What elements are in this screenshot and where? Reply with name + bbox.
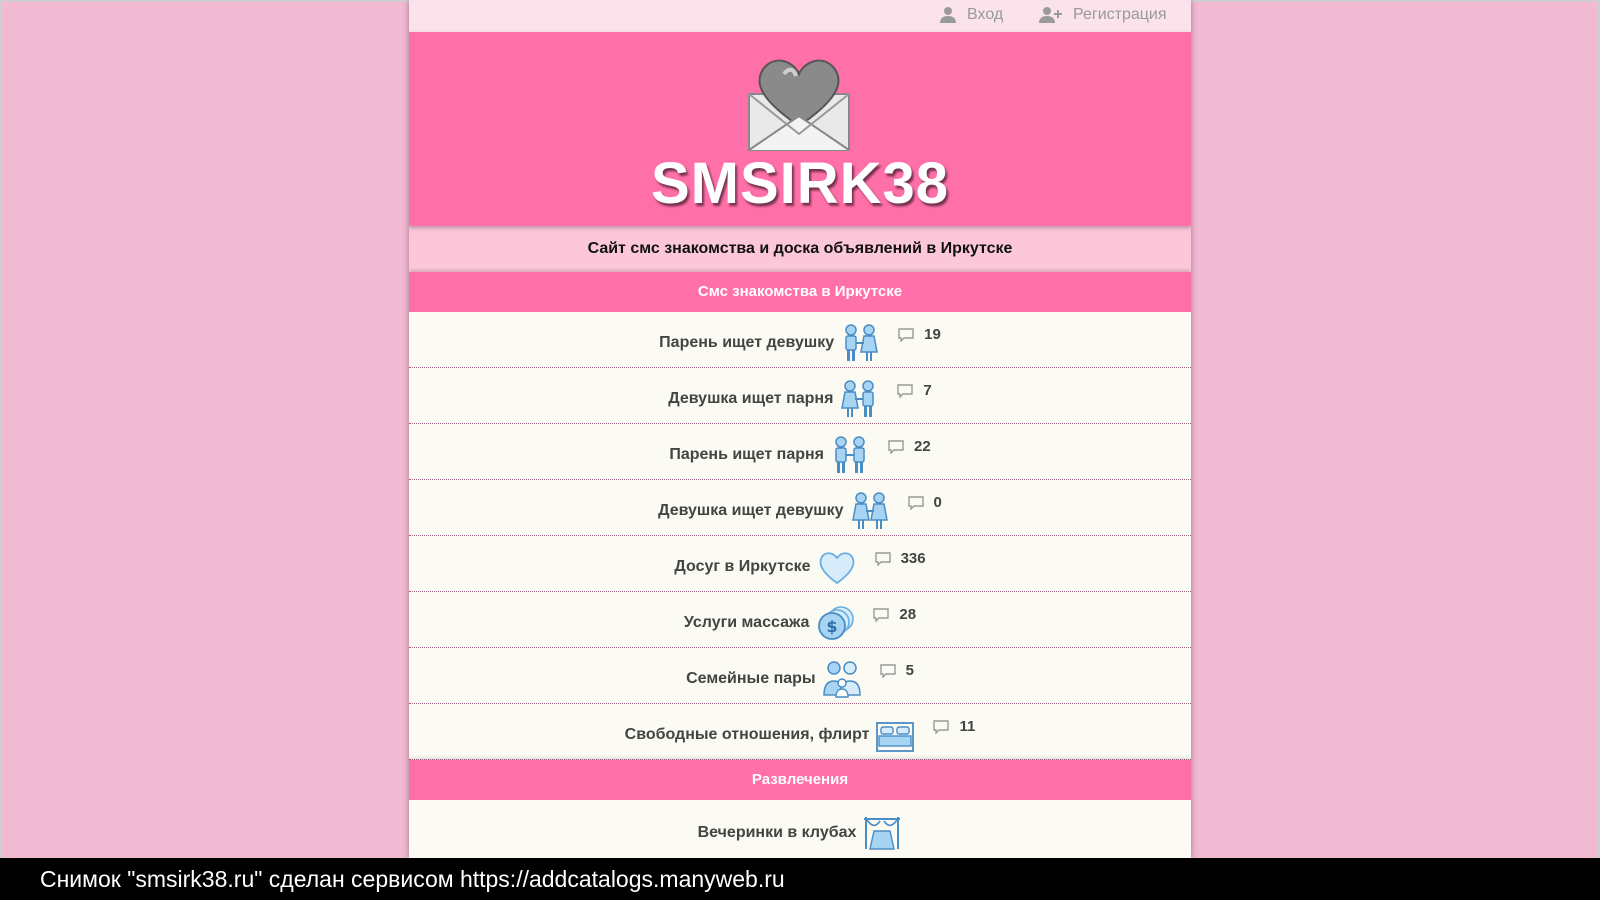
comment-count: 0: [907, 494, 942, 511]
category-row[interactable]: Девушка ищет девушку 0: [409, 480, 1191, 536]
category-row[interactable]: Девушка ищет парня 7: [409, 368, 1191, 424]
two-women-icon: [851, 491, 888, 529]
page-container: Вход Регистрация SMSIRK38 Сайт смс знако…: [409, 0, 1191, 858]
bed-icon: [876, 721, 915, 752]
login-link[interactable]: Вход: [939, 6, 1003, 24]
comment-count: 5: [879, 662, 914, 679]
comment-icon: [897, 383, 914, 398]
category-label: Парень ищет девушку: [659, 333, 835, 351]
register-link[interactable]: Регистрация: [1039, 6, 1167, 24]
top-bar: Вход Регистрация: [409, 0, 1191, 32]
category-label: Девушка ищет девушку: [658, 501, 844, 519]
comment-count-value: 336: [900, 550, 926, 567]
category-label: Свободные отношения, флирт: [624, 725, 870, 743]
comment-count: 19: [898, 326, 941, 343]
comment-count-value: 22: [913, 438, 931, 455]
comment-count-value: 19: [924, 326, 941, 343]
family-icon: [822, 660, 861, 698]
comment-icon: [873, 607, 890, 622]
couple-icon: [845, 323, 879, 361]
category-row[interactable]: Свободные отношения, флирт 11: [409, 704, 1191, 760]
comment-count-value: 7: [923, 382, 932, 399]
category-label: Парень ищет парня: [669, 445, 824, 463]
user-icon: [940, 7, 956, 23]
comment-count: 336: [874, 550, 926, 567]
comment-count-value: 11: [959, 718, 976, 735]
comment-icon: [888, 439, 904, 454]
comment-icon: [874, 551, 891, 566]
category-label: Девушка ищет парня: [668, 389, 834, 407]
comment-count: 22: [888, 438, 931, 455]
category-row[interactable]: Парень ищет парня 22: [409, 424, 1191, 480]
category-row[interactable]: Парень ищет девушку 19: [409, 312, 1191, 368]
comment-count-value: 28: [899, 606, 917, 623]
category-label: Вечеринки в клубах: [697, 824, 857, 841]
category-label: Услуги массажа: [683, 613, 810, 631]
comment-icon: [933, 719, 950, 734]
comment-count-value: 5: [905, 662, 914, 679]
site-subtitle: Сайт смс знакомства и доска объявлений в…: [409, 226, 1191, 272]
site-header: SMSIRK38: [409, 32, 1191, 226]
comment-icon: [879, 663, 896, 678]
user-plus-icon: [1039, 7, 1062, 23]
svg-text:$: $: [827, 617, 838, 636]
heart-icon: [819, 551, 854, 584]
comment-icon: [898, 327, 914, 342]
category-row[interactable]: Услуги массажа $ 28: [409, 592, 1191, 648]
couple-icon: [841, 379, 875, 417]
brand-logo-text[interactable]: SMSIRK38: [409, 150, 1191, 217]
category-row[interactable]: Вечеринки в клубах: [409, 800, 1191, 858]
comment-count: 7: [897, 382, 932, 399]
section-title-entertainment: Развлечения: [409, 760, 1191, 800]
category-label: Семейные пары: [686, 669, 816, 687]
stage-icon: [864, 817, 901, 850]
comment-count: 11: [933, 718, 975, 735]
login-label: Вход: [967, 6, 1004, 23]
heart-envelope-icon[interactable]: [744, 54, 854, 154]
two-men-icon: [835, 435, 865, 473]
comment-count: 28: [873, 606, 916, 623]
comment-count-value: 0: [933, 494, 942, 511]
register-label: Регистрация: [1073, 6, 1167, 23]
category-label: Досуг в Иркутске: [674, 557, 811, 575]
category-row[interactable]: Семейные пары 5: [409, 648, 1191, 704]
screenshot-caption: Снимок "smsirk38.ru" сделан сервисом htt…: [0, 858, 1600, 900]
category-row[interactable]: Досуг в Иркутске 336: [409, 536, 1191, 592]
section-title-sms-dating: Смс знакомства в Иркутске: [409, 272, 1191, 312]
coins-icon: $: [818, 605, 855, 640]
comment-icon: [907, 495, 924, 510]
